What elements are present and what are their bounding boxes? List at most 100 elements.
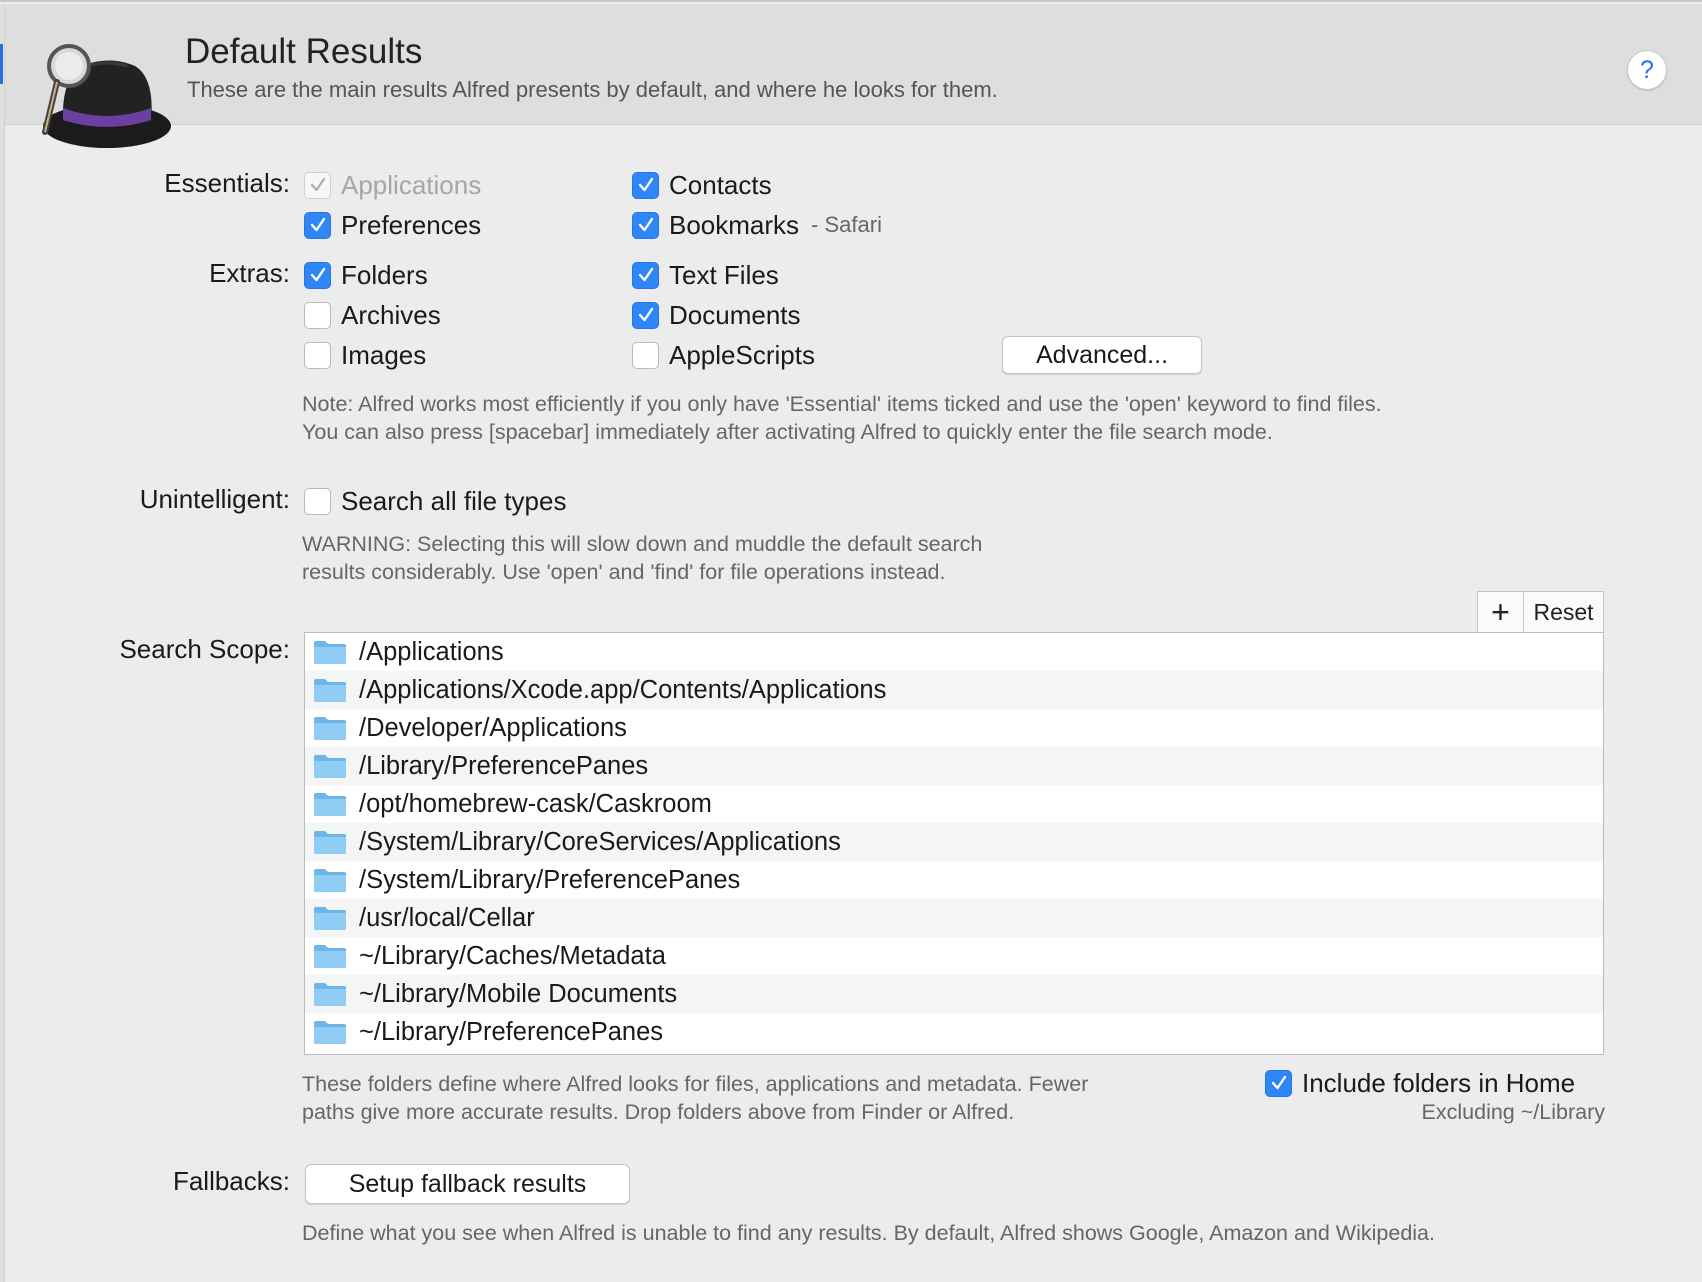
- help-icon: ?: [1640, 55, 1654, 84]
- scope-path: /Applications: [359, 637, 504, 666]
- scope-button-group: + Reset: [1477, 591, 1604, 633]
- preferences-window: Default Results These are the main resul…: [0, 0, 1702, 1282]
- header-bar: Default Results These are the main resul…: [5, 4, 1702, 148]
- scope-item[interactable]: /opt/homebrew-cask/Caskroom: [305, 785, 1603, 823]
- search-scope-list[interactable]: /Applications /Applications/Xcode.app/Co…: [304, 632, 1604, 1055]
- add-scope-button[interactable]: +: [1478, 592, 1524, 632]
- unintelligent-label: Unintelligent:: [139, 484, 290, 514]
- scope-item[interactable]: /usr/local/Cellar: [305, 899, 1603, 937]
- reset-scope-button[interactable]: Reset: [1524, 592, 1603, 632]
- efficiency-note: Note: Alfred works most efficiently if y…: [302, 390, 1382, 446]
- applescripts-checkbox[interactable]: [632, 341, 659, 369]
- search-all-file-types-checkbox[interactable]: [304, 487, 331, 515]
- search-all-file-types-option[interactable]: Search all file types: [304, 484, 566, 518]
- applications-checkbox[interactable]: [304, 171, 331, 199]
- scope-footer-line2: paths give more accurate results. Drop f…: [302, 1100, 1015, 1124]
- page-subtitle: These are the main results Alfred presen…: [187, 77, 998, 102]
- bookmarks-option[interactable]: Bookmarks - Safari: [632, 208, 882, 242]
- warning-line2: results considerably. Use 'open' and 'fi…: [302, 560, 946, 584]
- scope-item[interactable]: /Library/PreferencePanes: [305, 747, 1603, 785]
- efficiency-note-line2: You can also press [spacebar] immediatel…: [302, 420, 1273, 444]
- scope-path: /opt/homebrew-cask/Caskroom: [359, 789, 712, 818]
- text-files-label: Text Files: [669, 259, 779, 290]
- excluding-library-note: Excluding ~/Library: [1421, 1100, 1605, 1124]
- checkmark-icon: [638, 177, 653, 192]
- warning-line1: WARNING: Selecting this will slow down a…: [302, 532, 983, 556]
- checkmark-icon: [310, 177, 325, 192]
- bookmarks-label: Bookmarks: [669, 209, 800, 240]
- bookmarks-checkbox[interactable]: [632, 211, 659, 239]
- folder-icon: [314, 755, 346, 778]
- preferences-checkbox[interactable]: [304, 211, 331, 239]
- include-home-label: Include folders in Home: [1302, 1067, 1576, 1098]
- scope-item[interactable]: /Developer/Applications: [305, 709, 1603, 747]
- folder-icon: [314, 945, 346, 968]
- folders-label: Folders: [341, 259, 428, 290]
- bookmarks-source: - Safari: [811, 212, 882, 237]
- applescripts-label: AppleScripts: [669, 339, 815, 370]
- include-home-checkbox[interactable]: [1265, 1069, 1292, 1097]
- scope-item[interactable]: /System/Library/CoreServices/Application…: [305, 823, 1603, 861]
- folder-icon: [314, 679, 346, 702]
- scope-item[interactable]: /Applications: [305, 633, 1603, 671]
- scope-item[interactable]: ~/Library/Caches/Metadata: [305, 937, 1603, 975]
- scope-path: /System/Library/PreferencePanes: [359, 865, 741, 894]
- folder-icon: [314, 641, 346, 664]
- folder-icon: [314, 907, 346, 930]
- preferences-option[interactable]: Preferences: [304, 208, 481, 242]
- scope-path: ~/Library/Caches/Metadata: [359, 941, 666, 970]
- scope-path: /System/Library/CoreServices/Application…: [359, 827, 841, 856]
- contacts-option[interactable]: Contacts: [632, 168, 772, 202]
- checkmark-icon: [638, 217, 653, 232]
- applications-label: Applications: [341, 169, 482, 200]
- archives-option[interactable]: Archives: [304, 298, 441, 332]
- applications-option[interactable]: Applications: [304, 168, 481, 202]
- selection-accent: [0, 44, 3, 84]
- checkmark-icon: [1271, 1075, 1286, 1090]
- checkmark-icon: [638, 267, 653, 282]
- text-files-option[interactable]: Text Files: [632, 258, 779, 292]
- contacts-label: Contacts: [669, 169, 772, 200]
- applescripts-option[interactable]: AppleScripts: [632, 338, 815, 372]
- scope-path: /usr/local/Cellar: [359, 903, 535, 932]
- folder-icon: [314, 983, 346, 1006]
- search-all-file-types-label: Search all file types: [341, 485, 567, 516]
- folder-icon: [314, 869, 346, 892]
- alfred-hat-logo-icon: [42, 44, 171, 148]
- preferences-label: Preferences: [341, 209, 482, 240]
- contacts-checkbox[interactable]: [632, 171, 659, 199]
- folder-icon: [314, 1021, 346, 1044]
- folder-icon: [314, 717, 346, 740]
- plus-icon: +: [1491, 593, 1510, 630]
- scope-path: /Library/PreferencePanes: [359, 751, 649, 780]
- checkmark-icon: [310, 267, 325, 282]
- images-label: Images: [341, 339, 427, 370]
- search-scope-label: Search Scope:: [119, 634, 290, 664]
- scope-item[interactable]: /System/Library/PreferencePanes: [305, 861, 1603, 899]
- archives-label: Archives: [341, 299, 441, 330]
- documents-label: Documents: [669, 299, 801, 330]
- page-title: Default Results: [185, 32, 423, 71]
- scope-path: /Applications/Xcode.app/Contents/Applica…: [359, 675, 887, 704]
- scope-footer-note: These folders define where Alfred looks …: [302, 1070, 1088, 1126]
- setup-fallback-button[interactable]: Setup fallback results: [305, 1164, 630, 1204]
- include-home-option[interactable]: Include folders in Home: [1265, 1066, 1575, 1100]
- scope-item[interactable]: ~/Library/Mobile Documents: [305, 975, 1603, 1013]
- folders-checkbox[interactable]: [304, 261, 331, 289]
- text-files-checkbox[interactable]: [632, 261, 659, 289]
- scope-path: ~/Library/PreferencePanes: [359, 1017, 664, 1046]
- help-button[interactable]: ?: [1627, 50, 1667, 90]
- scope-path: ~/Library/Mobile Documents: [359, 979, 678, 1008]
- scope-item[interactable]: /Applications/Xcode.app/Contents/Applica…: [305, 671, 1603, 709]
- archives-checkbox[interactable]: [304, 301, 331, 329]
- unintelligent-warning: WARNING: Selecting this will slow down a…: [302, 530, 982, 586]
- folder-icon: [314, 793, 346, 816]
- documents-checkbox[interactable]: [632, 301, 659, 329]
- images-checkbox[interactable]: [304, 341, 331, 369]
- advanced-button[interactable]: Advanced...: [1002, 336, 1202, 374]
- scope-item[interactable]: ~/Library/PreferencePanes: [305, 1013, 1603, 1051]
- essentials-label: Essentials:: [164, 168, 290, 198]
- images-option[interactable]: Images: [304, 338, 426, 372]
- folders-option[interactable]: Folders: [304, 258, 428, 292]
- documents-option[interactable]: Documents: [632, 298, 801, 332]
